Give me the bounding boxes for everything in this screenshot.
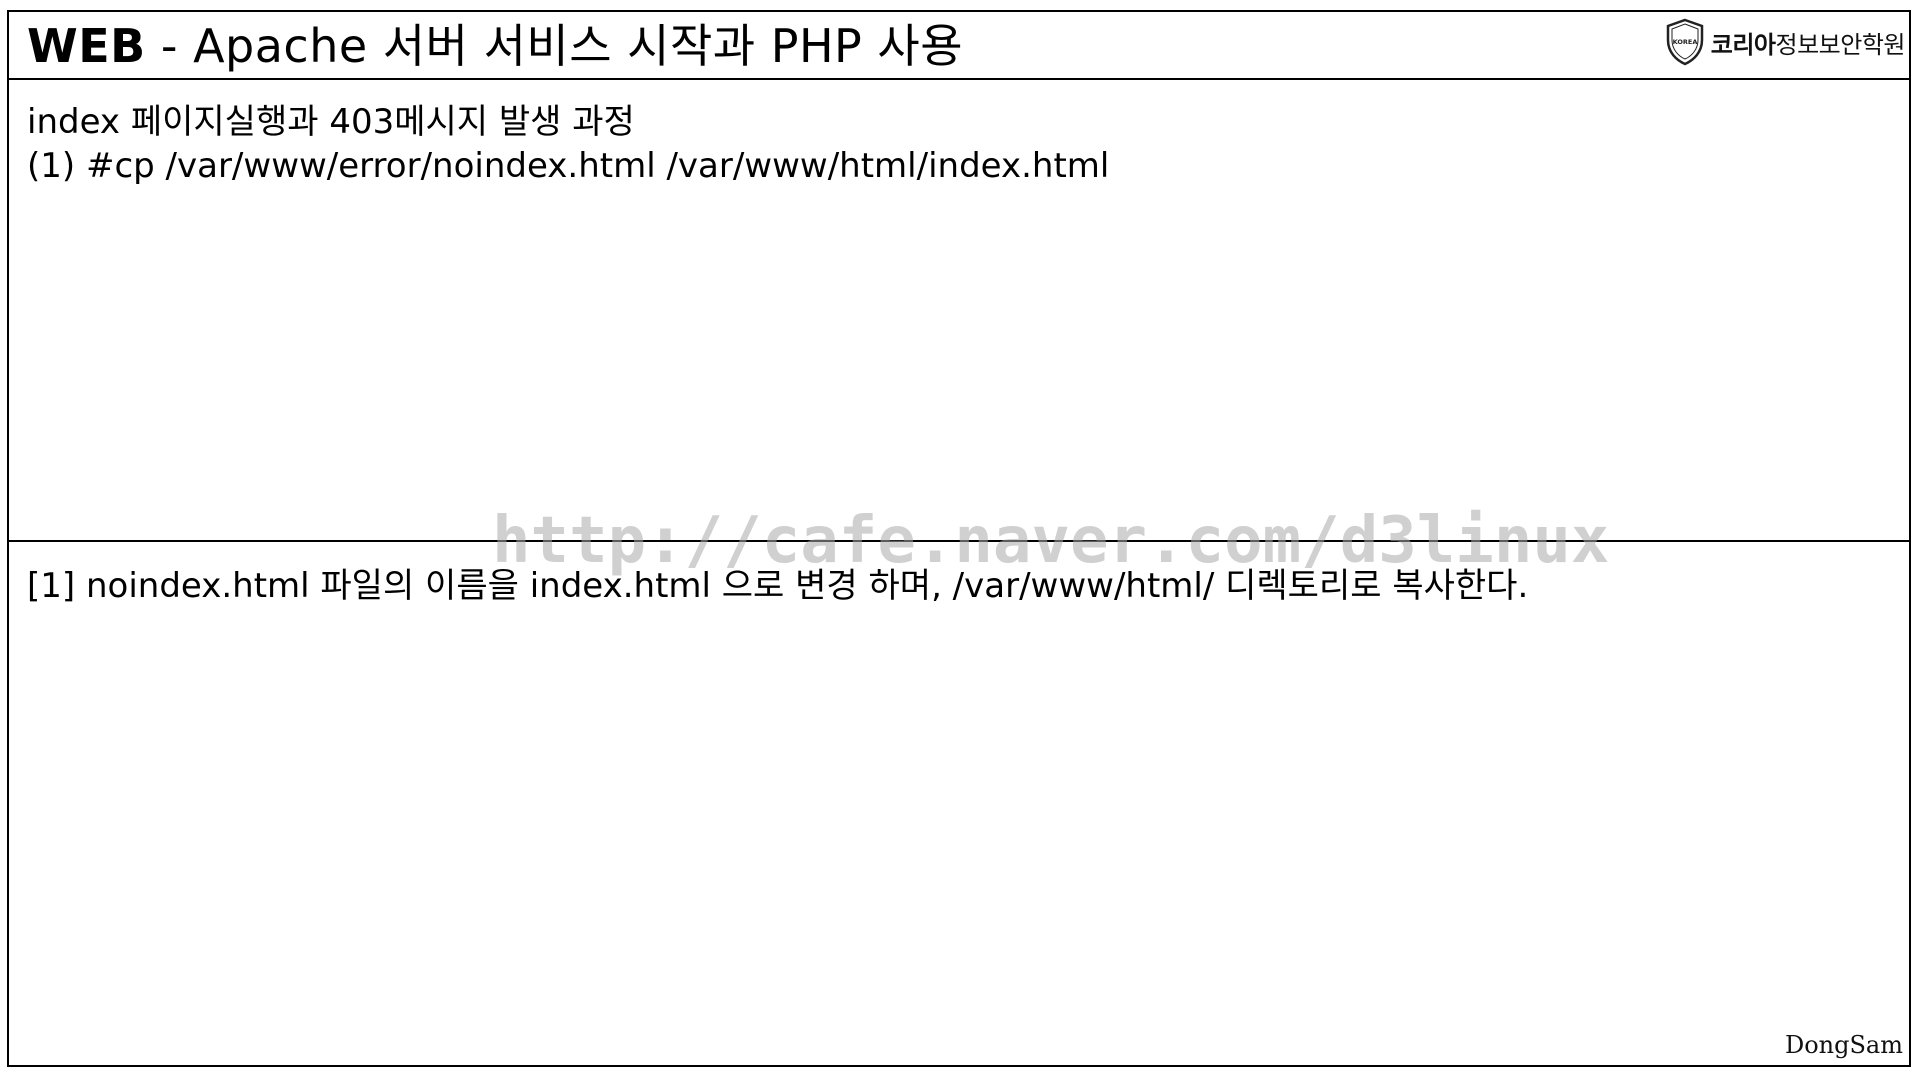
command-line: (1) #cp /var/www/error/noindex.html /var… [27, 146, 1110, 186]
slide-frame: WEB - Apache 서버 서비스 시작과 PHP 사용 KOREA 코리아… [7, 10, 1911, 1067]
logo-name-bold: 코리아 [1710, 30, 1776, 59]
logo: KOREA 코리아정보보안학원 [1665, 16, 1906, 68]
section-bottom: [1] noindex.html 파일의 이름을 index.html 으로 변… [9, 542, 1909, 1065]
title-bar: WEB - Apache 서버 서비스 시작과 PHP 사용 KOREA 코리아… [9, 12, 1909, 80]
title-strong: WEB [27, 19, 146, 73]
logo-name-regular: 정보보안학원 [1775, 30, 1906, 59]
shield-icon: KOREA [1666, 18, 1704, 66]
title-rest: - Apache 서버 서비스 시작과 PHP 사용 [145, 19, 964, 73]
section-heading: index 페이지실행과 403메시지 발생 과정 [27, 102, 635, 142]
logo-text: 코리아정보보안학원 [1710, 25, 1906, 60]
description-note: [1] noindex.html 파일의 이름을 index.html 으로 변… [27, 566, 1529, 606]
logo-badge-text: KOREA [1672, 38, 1697, 46]
section-top: index 페이지실행과 403메시지 발생 과정 (1) #cp /var/w… [9, 80, 1909, 542]
page-title: WEB - Apache 서버 서비스 시작과 PHP 사용 [27, 20, 963, 72]
author-signature: DongSam [1784, 1031, 1903, 1059]
